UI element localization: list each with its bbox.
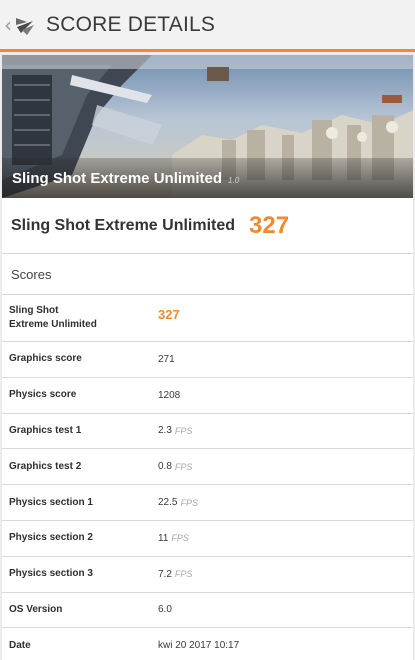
- table-row: Date kwi 20 2017 10:17: [2, 628, 413, 660]
- row-value: 2.3: [158, 425, 172, 437]
- row-label: Physics section 3: [9, 568, 93, 580]
- row-label: Graphics test 1: [9, 424, 82, 436]
- page-title: SCORE DETAILS: [46, 12, 216, 36]
- table-row: Graphics test 1 2.3 FPS: [2, 414, 413, 450]
- score-details-screen: ‹ SCORE DETAILS Sling Shot Extreme Unlim…: [0, 0, 415, 660]
- row-value: 0.8: [158, 461, 172, 473]
- row-unit: FPS: [174, 425, 193, 436]
- back-button[interactable]: ‹: [0, 0, 44, 51]
- scores-heading: Scores: [11, 266, 52, 282]
- score-summary: Sling Shot Extreme Unlimited 327: [2, 198, 413, 253]
- scores-table: Sling Shot Extreme Unlimited 327 Graphic…: [2, 294, 413, 660]
- score-card: Sling Shot Extreme Unlimited 327 Scores …: [2, 198, 413, 660]
- banner-version: 1.0: [228, 175, 240, 185]
- table-row: Physics section 2 11 FPS: [2, 521, 413, 557]
- benchmark-banner: Sling Shot Extreme Unlimited 1.0: [2, 55, 413, 198]
- row-label: Graphics test 2: [9, 460, 82, 472]
- table-row: Graphics score 271: [2, 342, 413, 378]
- table-row: OS Version 6.0: [2, 593, 413, 629]
- row-value: 1208: [158, 389, 181, 401]
- benchmark-name: Sling Shot Extreme Unlimited: [11, 216, 236, 234]
- row-value: 11: [158, 532, 169, 544]
- app-bar: ‹ SCORE DETAILS: [0, 0, 415, 52]
- row-label: Date: [9, 639, 31, 651]
- row-label: OS Version: [9, 603, 63, 615]
- table-row: Physics score 1208: [2, 378, 413, 414]
- row-value: kwi 20 2017 10:17: [158, 640, 240, 652]
- row-label: Sling Shot Extreme Unlimited: [9, 305, 97, 330]
- row-label: Graphics score: [9, 353, 82, 365]
- row-label: Physics section 1: [9, 496, 93, 508]
- row-value: 7.2: [158, 568, 172, 580]
- row-value: 271: [158, 353, 175, 365]
- table-row: Physics section 1 22.5 FPS: [2, 485, 413, 521]
- row-unit: FPS: [174, 569, 193, 580]
- row-label: Physics section 2: [9, 532, 93, 544]
- row-value: 6.0: [158, 604, 172, 616]
- row-value: 22.5: [158, 497, 178, 509]
- row-unit: FPS: [180, 497, 198, 508]
- 3dmark-logo-icon: [13, 13, 37, 37]
- table-row: Graphics test 2 0.8 FPS: [2, 449, 413, 486]
- row-unit: FPS: [174, 461, 193, 472]
- row-value: 327: [158, 306, 180, 322]
- banner-title: Sling Shot Extreme Unlimited: [12, 169, 223, 187]
- overall-score: 327: [249, 211, 290, 239]
- chevron-left-icon: ‹: [4, 12, 12, 37]
- table-row: Sling Shot Extreme Unlimited 327: [2, 295, 413, 342]
- row-label: Physics score: [9, 389, 77, 401]
- row-unit: FPS: [171, 533, 189, 544]
- banner-caption: Sling Shot Extreme Unlimited 1.0: [2, 158, 413, 198]
- table-row: Physics section 3 7.2 FPS: [2, 557, 413, 593]
